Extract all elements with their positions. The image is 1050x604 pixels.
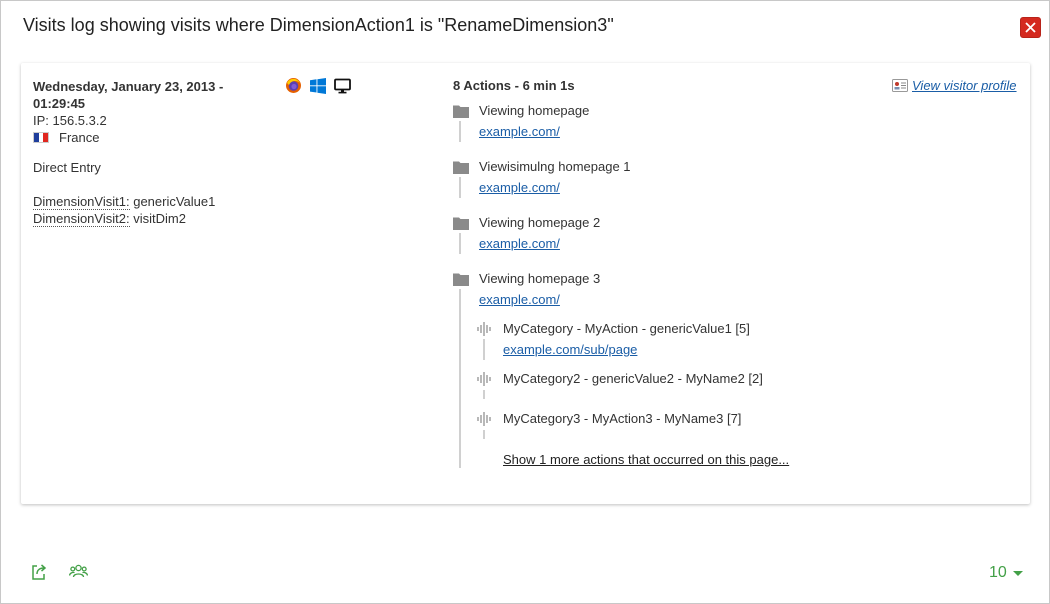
event-title: MyCategory - MyAction - genericValue1 [5… — [503, 321, 750, 336]
event-title: MyCategory3 - MyAction3 - MyName3 [7] — [503, 411, 742, 426]
event-icon — [477, 321, 491, 336]
event-icon — [477, 411, 491, 426]
dimension-row: DimensionVisit2: visitDim2 — [33, 210, 283, 227]
visit-dimensions: DimensionVisit1: genericValue1 Dimension… — [33, 193, 283, 227]
visitor-country: France — [33, 129, 283, 146]
event-action: MyCategory - MyAction - genericValue1 [5… — [477, 321, 750, 336]
timeline-line — [483, 339, 485, 360]
folder-icon — [453, 217, 469, 230]
page-title: Viewing homepage — [479, 103, 590, 118]
page-action-row: Viewing homepage 3 — [453, 271, 600, 286]
referrer-type: Direct Entry — [33, 160, 101, 175]
caret-down-icon — [1012, 570, 1023, 576]
event-icon — [477, 371, 491, 386]
close-button[interactable] — [1020, 17, 1041, 38]
timeline-line — [483, 390, 485, 399]
event-title: MyCategory2 - genericValue2 - MyName2 [2… — [503, 371, 763, 386]
dimension-value: visitDim2 — [133, 211, 186, 226]
visit-time: 01:29:45 — [33, 96, 86, 111]
dimension-label: DimensionVisit1: — [33, 194, 130, 210]
page-title: Viewing homepage 2 — [479, 215, 601, 230]
page-action-row: Viewing homepage 2 — [453, 215, 600, 230]
folder-icon — [453, 161, 469, 174]
close-icon — [1025, 22, 1036, 33]
page-size-value: 10 — [989, 564, 1007, 581]
visit-card: Wednesday, January 23, 2013 - 01:29:45 I… — [21, 63, 1030, 504]
visit-datetime: Wednesday, January 23, 2013 - 01:29:45 — [33, 78, 238, 112]
visitor-device-icons — [285, 77, 351, 94]
visitor-profile-icon — [892, 79, 908, 92]
desktop-icon — [334, 78, 351, 93]
timeline-line — [459, 233, 461, 254]
folder-icon — [453, 105, 469, 118]
country-name: France — [59, 130, 100, 145]
folder-icon — [453, 273, 469, 286]
event-action: MyCategory3 - MyAction3 - MyName3 [7] — [477, 411, 741, 426]
page-url-link[interactable]: example.com/ — [479, 236, 560, 251]
dimension-label: DimensionVisit2: — [33, 211, 130, 227]
page-action: Viewing homepage 2 — [453, 215, 600, 230]
visit-date: Wednesday, January 23, 2013 - — [33, 79, 224, 94]
page-size-select[interactable]: 10 — [989, 564, 1023, 582]
page-action-row: Viewisimulng homepage 1 — [453, 159, 631, 174]
page-action: Viewing homepage 3 — [453, 271, 600, 286]
windows-icon — [310, 77, 326, 94]
firefox-icon — [286, 78, 301, 93]
segment-visitors-button[interactable] — [68, 564, 89, 584]
dialog-title: Visits log showing visits where Dimensio… — [23, 15, 614, 35]
page-url-link[interactable]: example.com/ — [479, 292, 560, 307]
page-action: Viewing homepage — [453, 103, 589, 118]
page-action-row: Viewing homepage — [453, 103, 589, 118]
event-action: MyCategory2 - genericValue2 - MyName2 [2… — [477, 371, 763, 386]
visitor-profile-label: View visitor profile — [912, 78, 1017, 93]
visits-log-dialog: Visits log showing visits where Dimensio… — [0, 0, 1050, 604]
timeline-line — [483, 430, 485, 439]
event-url-link[interactable]: example.com/sub/page — [503, 342, 637, 357]
visitor-profile-link[interactable]: View visitor profile — [892, 78, 1017, 93]
timeline-line — [459, 121, 461, 142]
dimension-value: genericValue1 — [133, 194, 216, 209]
show-more-actions-link[interactable]: Show 1 more actions that occurred on thi… — [503, 452, 789, 467]
page-url-link[interactable]: example.com/ — [479, 180, 560, 195]
page-title: Viewisimulng homepage 1 — [479, 159, 631, 174]
timeline-line — [459, 177, 461, 198]
export-icon — [32, 564, 47, 580]
timeline-line — [459, 289, 461, 468]
export-button[interactable] — [31, 563, 47, 585]
page-title: Viewing homepage 3 — [479, 271, 601, 286]
page-url-link[interactable]: example.com/ — [479, 124, 560, 139]
page-action: Viewisimulng homepage 1 — [453, 159, 631, 174]
visitors-icon — [68, 564, 89, 578]
visitor-ip: IP: 156.5.3.2 — [33, 113, 107, 128]
dimension-row: DimensionVisit1: genericValue1 — [33, 193, 283, 210]
visitor-info: Wednesday, January 23, 2013 - 01:29:45 I… — [33, 78, 283, 227]
france-flag-icon — [33, 132, 49, 143]
